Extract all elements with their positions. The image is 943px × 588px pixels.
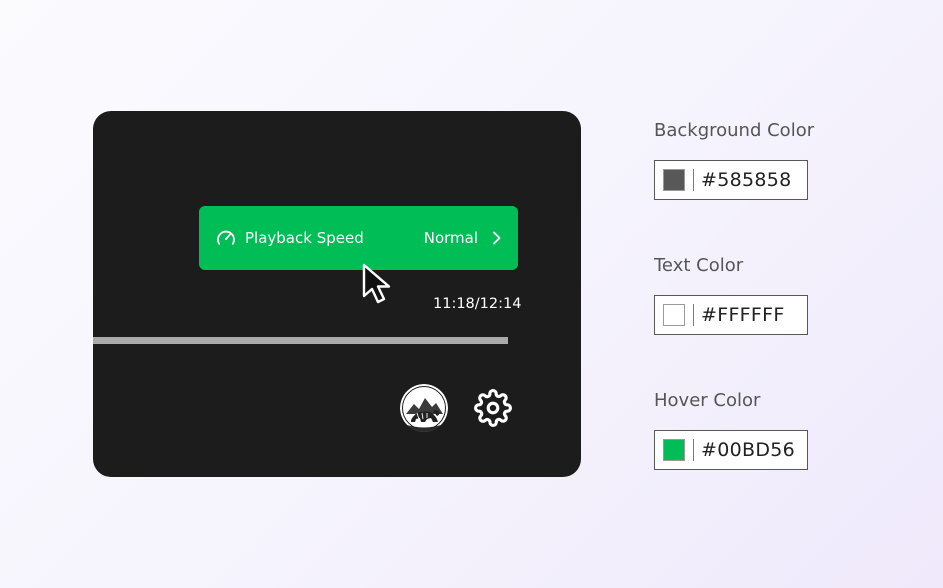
background-color-swatch[interactable] [663, 169, 685, 191]
hover-color-field[interactable]: #00BD56 [654, 430, 808, 470]
progress-bar[interactable] [93, 337, 508, 344]
text-color-value[interactable]: #FFFFFF [701, 304, 785, 326]
field-divider [693, 439, 694, 461]
text-color-swatch[interactable] [663, 304, 685, 326]
mouse-pointer-icon [361, 263, 395, 305]
hover-color-swatch[interactable] [663, 439, 685, 461]
playback-speed-value: Normal [423, 229, 478, 247]
text-color-field[interactable]: #FFFFFF [654, 295, 808, 335]
chevron-right-icon [490, 231, 502, 245]
field-divider [693, 304, 694, 326]
text-color-label: Text Color [654, 255, 744, 276]
field-divider [693, 169, 694, 191]
playback-speed-label: Playback Speed [245, 229, 364, 247]
video-player: Playback Speed Normal 11:18/12:14 [93, 111, 581, 477]
gauge-icon [216, 228, 236, 248]
tiger-avatar-icon[interactable] [400, 384, 448, 432]
gear-icon[interactable] [474, 389, 512, 427]
playback-speed-menu-item[interactable]: Playback Speed Normal [199, 206, 518, 270]
background-color-label: Background Color [654, 120, 815, 141]
background-color-field[interactable]: #585858 [654, 160, 808, 200]
background-color-value[interactable]: #585858 [701, 169, 792, 191]
playback-time: 11:18/12:14 [433, 296, 522, 312]
hover-color-value[interactable]: #00BD56 [701, 439, 795, 461]
hover-color-label: Hover Color [654, 390, 761, 411]
